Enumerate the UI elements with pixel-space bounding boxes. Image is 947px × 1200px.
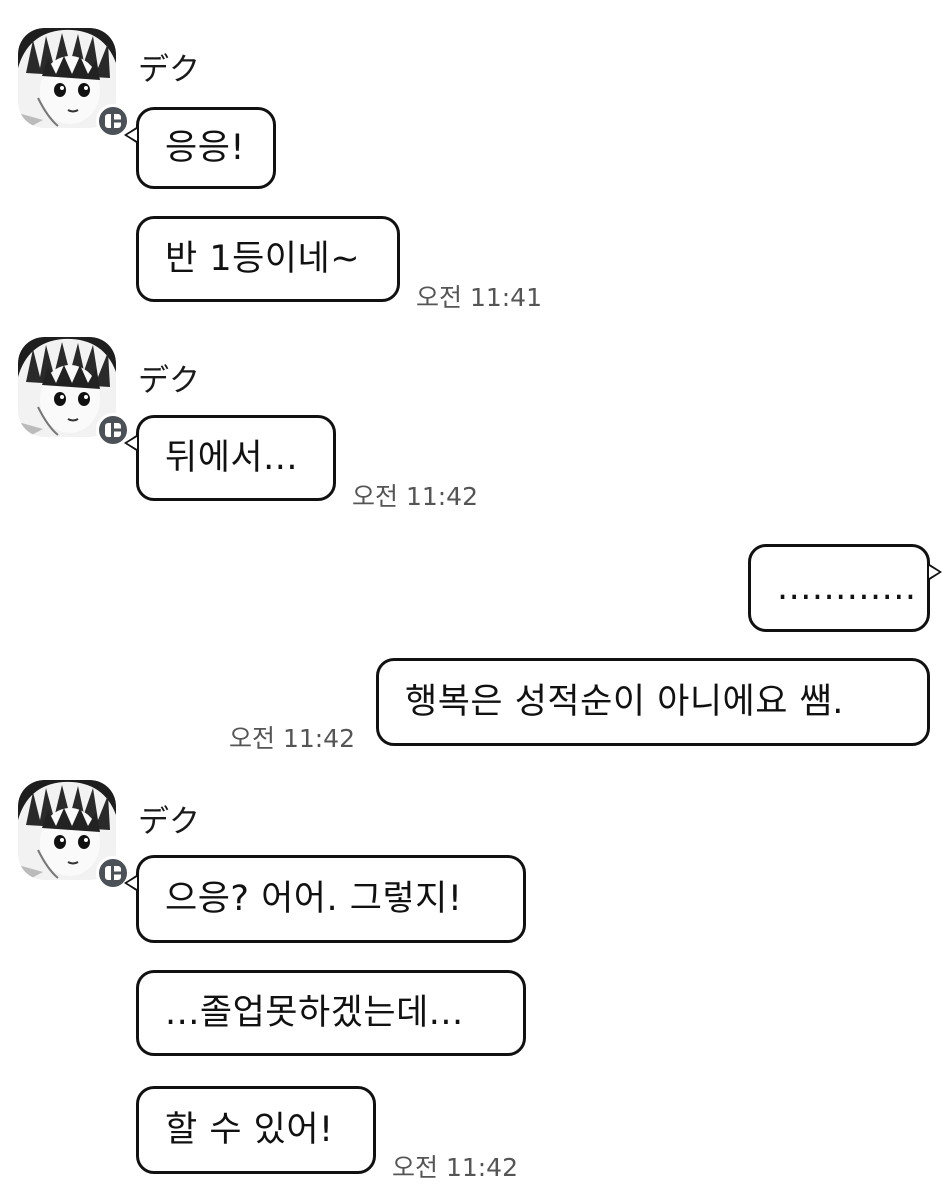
message-timestamp: 오전 11:41 bbox=[416, 283, 542, 312]
message-text: 반 1등이네~ bbox=[165, 238, 361, 279]
message-text: ............ bbox=[777, 567, 917, 608]
message-text: 으응? 어어. 그렇지! bbox=[165, 878, 463, 919]
message-text: 행복은 성적순이 아니에요 쌤. bbox=[405, 681, 844, 722]
bubble-tail bbox=[124, 126, 138, 144]
message-bubble[interactable]: ............ bbox=[748, 544, 942, 632]
message-text: 뒤에서... bbox=[165, 437, 298, 478]
sender-name: デク bbox=[138, 52, 200, 88]
message-bubble[interactable]: 행복은 성적순이 아니에요 쌤. bbox=[376, 658, 930, 746]
message-text: ...졸업못하겠는데... bbox=[165, 992, 464, 1033]
bubble-tail bbox=[124, 874, 138, 892]
message-bubble[interactable]: 뒤에서... bbox=[124, 415, 336, 501]
message-timestamp: 오전 11:42 bbox=[352, 482, 478, 511]
message-bubble[interactable]: 할 수 있어! bbox=[136, 1086, 376, 1174]
avatar[interactable] bbox=[18, 337, 130, 447]
avatar[interactable] bbox=[18, 780, 130, 890]
sender-name: デク bbox=[138, 804, 200, 840]
message-text: 할 수 있어! bbox=[165, 1109, 334, 1150]
avatar[interactable] bbox=[18, 28, 130, 138]
message-bubble[interactable]: 으응? 어어. 그렇지! bbox=[124, 855, 526, 943]
message-timestamp: 오전 11:42 bbox=[229, 724, 355, 753]
bubble-tail bbox=[124, 434, 138, 452]
message-bubble[interactable]: ...졸업못하겠는데... bbox=[136, 970, 526, 1056]
message-bubble[interactable]: 반 1등이네~ bbox=[136, 216, 400, 302]
message-text: 응응! bbox=[165, 127, 245, 168]
sender-name: デク bbox=[138, 363, 200, 399]
message-timestamp: 오전 11:42 bbox=[392, 1153, 518, 1182]
bubble-tail bbox=[928, 563, 942, 581]
message-bubble[interactable]: 응응! bbox=[124, 107, 276, 189]
